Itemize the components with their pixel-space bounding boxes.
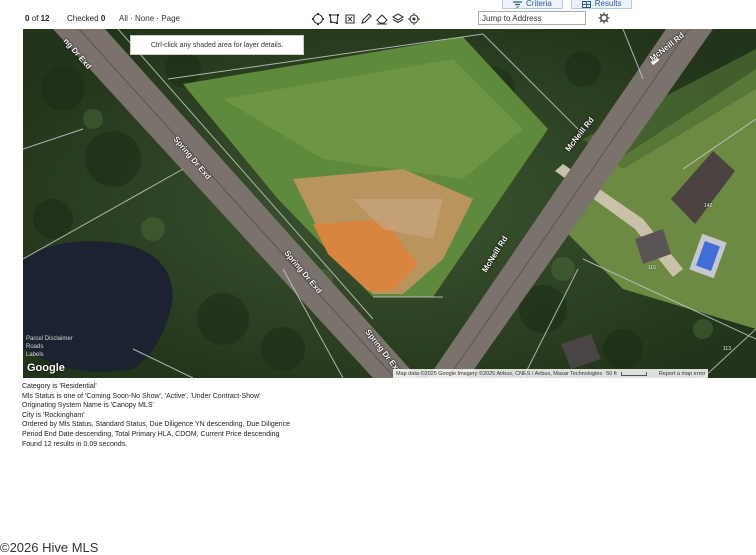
current-index: 0 bbox=[25, 14, 30, 23]
map-layer-legend: Parcel Disclaimer Roads Labels bbox=[26, 335, 73, 359]
view-tabs: Criteria Results bbox=[502, 0, 633, 9]
map-attribution: Map data ©2025 Google Imagery ©2025 Airb… bbox=[393, 369, 709, 378]
legend-roads[interactable]: Roads bbox=[26, 343, 73, 351]
gear-icon[interactable] bbox=[598, 12, 610, 24]
map-view[interactable]: Ctrl-click any shaded area for layer det… bbox=[23, 29, 756, 378]
report-map-error-link[interactable]: Report a map error bbox=[659, 371, 705, 377]
result-counter: 0 of 12 bbox=[25, 14, 50, 23]
map-draw-tools bbox=[311, 12, 420, 25]
criteria-line: City is 'Rockingham' bbox=[22, 411, 85, 419]
circle-draw-icon[interactable] bbox=[311, 12, 324, 25]
lot-number: 142 bbox=[704, 203, 713, 209]
select-page-link[interactable]: Page bbox=[161, 14, 180, 23]
selection-links: All · None · Page bbox=[119, 14, 180, 23]
rectangle-draw-icon[interactable] bbox=[343, 12, 356, 25]
results-grid-icon bbox=[581, 0, 591, 8]
results-found-line: Found 12 results in 0.09 seconds. bbox=[22, 440, 128, 448]
tab-results[interactable]: Results bbox=[570, 0, 633, 9]
tab-criteria-label: Criteria bbox=[526, 0, 552, 8]
map-data-credit: Map data ©2025 Google Imagery ©2025 Airb… bbox=[396, 370, 603, 377]
total-count: 12 bbox=[40, 14, 50, 23]
criteria-line: Category is 'Residential' bbox=[22, 383, 97, 390]
checked-counter: Checked 0 bbox=[67, 14, 105, 23]
select-none-link[interactable]: None bbox=[135, 14, 154, 23]
separator: · bbox=[156, 14, 160, 23]
scale-bar bbox=[620, 371, 647, 376]
scale-label: 50 ft bbox=[606, 370, 617, 377]
criteria-line: Originating System Name is 'Canopy MLS' bbox=[22, 402, 154, 410]
checked-label: Checked bbox=[67, 14, 99, 23]
search-criteria-summary: Category is 'Residential' Mls Status is … bbox=[22, 382, 290, 449]
tab-criteria[interactable]: Criteria bbox=[502, 0, 563, 9]
tab-results-label: Results bbox=[594, 0, 622, 8]
count-of-label: of bbox=[31, 14, 39, 23]
legend-labels[interactable]: Labels bbox=[26, 351, 73, 359]
satellite-imagery bbox=[23, 29, 756, 378]
legend-parcel-disclaimer[interactable]: Parcel Disclaimer bbox=[26, 335, 73, 343]
criteria-icon bbox=[513, 0, 522, 8]
separator: · bbox=[130, 14, 133, 23]
polygon-draw-icon[interactable] bbox=[327, 12, 340, 25]
jump-to-address-input[interactable] bbox=[478, 11, 586, 25]
eraser-icon[interactable] bbox=[375, 12, 388, 25]
lot-number: 116 bbox=[648, 265, 656, 271]
google-logo: Google bbox=[27, 362, 65, 374]
checked-count: 0 bbox=[100, 14, 106, 23]
pencil-draw-icon[interactable] bbox=[359, 12, 372, 25]
location-target-icon[interactable] bbox=[407, 12, 420, 25]
criteria-line: Ordered by Mls Status, Standard Status, … bbox=[22, 421, 290, 429]
criteria-line: Period End Date descending, Total Primar… bbox=[22, 430, 280, 438]
select-all-link[interactable]: All bbox=[119, 14, 128, 23]
lot-number: 113 bbox=[723, 346, 731, 352]
results-toolbar: 0 of 12 Checked 0 All · None · Page bbox=[0, 10, 756, 28]
map-hint-box: Ctrl-click any shaded area for layer det… bbox=[130, 35, 304, 55]
layers-icon[interactable] bbox=[391, 12, 404, 25]
copyright-footer: ©2026 Hive MLS bbox=[0, 540, 99, 555]
criteria-line: Mls Status is one of 'Coming Soon-No Sho… bbox=[22, 392, 261, 400]
